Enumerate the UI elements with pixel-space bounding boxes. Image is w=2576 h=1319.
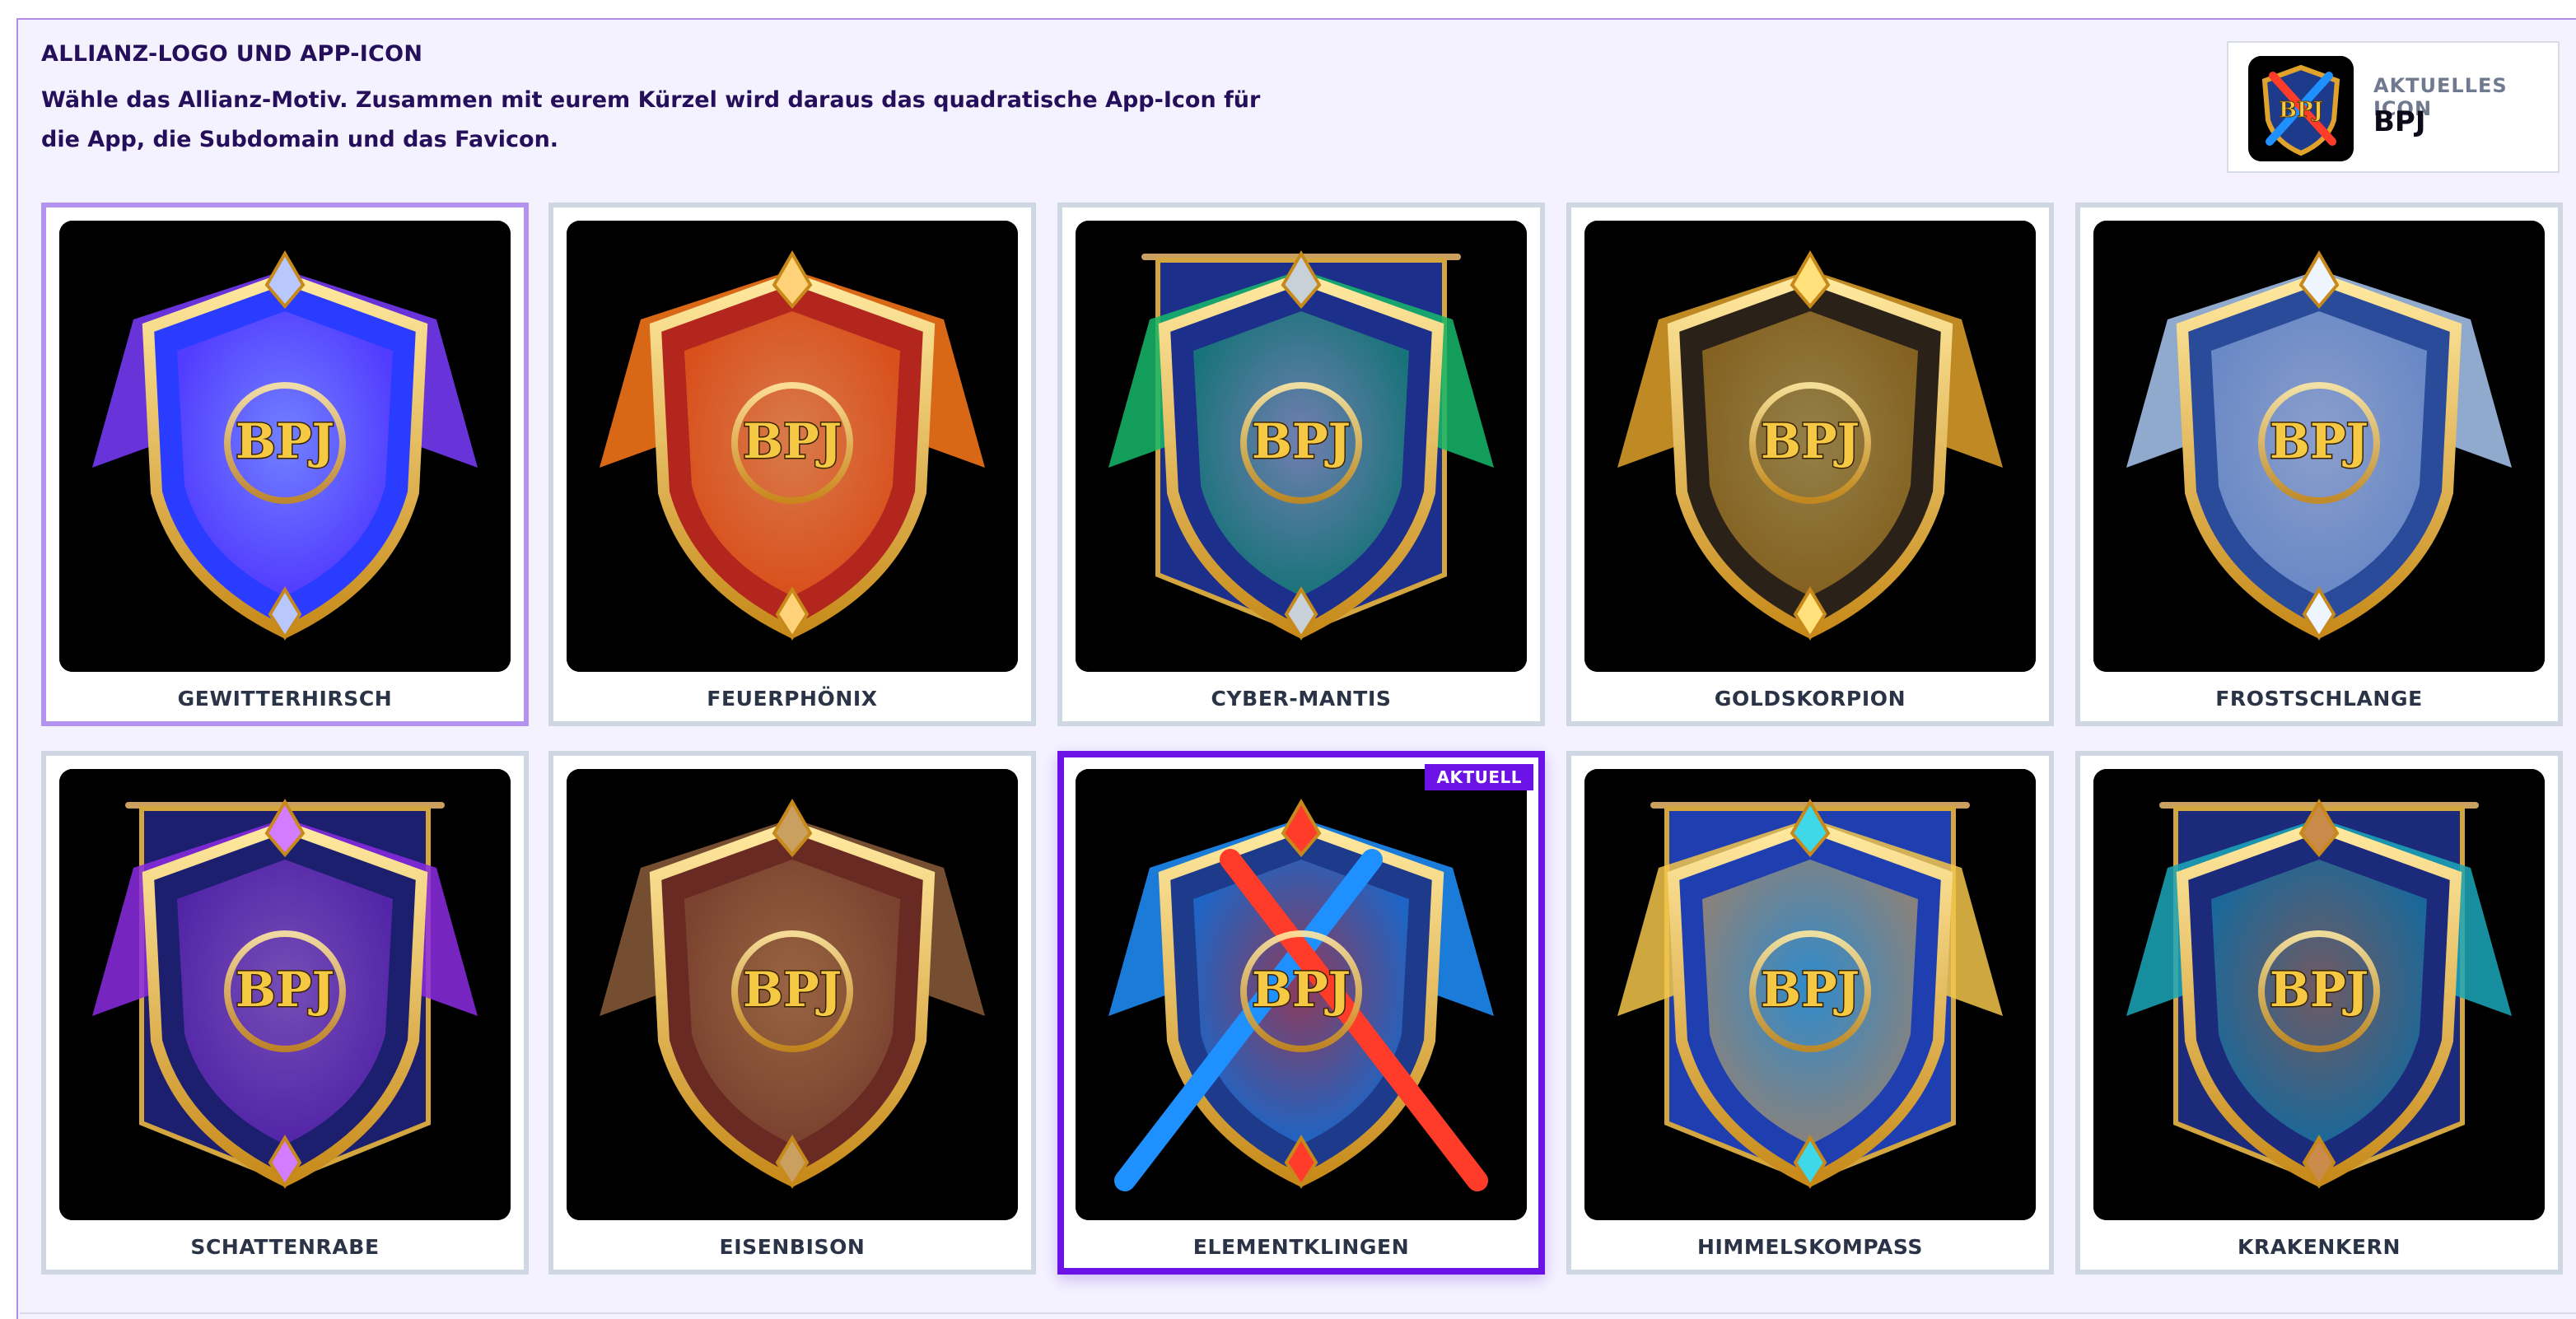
- motif-card[interactable]: BPJ ELEMENTKLINGEN AKTUELL: [1057, 751, 1545, 1275]
- motif-name: KRAKENKERN: [2238, 1235, 2401, 1259]
- motif-image: BPJ: [2093, 769, 2545, 1220]
- thunder-stag-emblem-icon: BPJ: [59, 221, 511, 672]
- motif-card[interactable]: BPJ EISENBISON: [548, 751, 1036, 1275]
- cyber-mantis-emblem-icon: BPJ: [1076, 221, 1527, 672]
- motif-name: SCHATTENRABE: [190, 1235, 380, 1259]
- motif-monogram: BPJ: [1252, 962, 1351, 1018]
- motif-name: HIMMELSKOMPASS: [1696, 1235, 1924, 1259]
- motif-image: BPJ: [567, 221, 1018, 672]
- motif-monogram: BPJ: [1761, 962, 1860, 1018]
- svg-text:BPJ: BPJ: [2279, 98, 2323, 123]
- motif-card[interactable]: BPJ GOLDSKORPION: [1566, 203, 2054, 726]
- motif-monogram: BPJ: [236, 413, 334, 469]
- motif-image: BPJ: [59, 221, 511, 672]
- current-badge: AKTUELL: [1425, 764, 1533, 790]
- motif-card[interactable]: BPJ GEWITTERHIRSCH: [41, 203, 529, 726]
- motif-monogram: BPJ: [1761, 413, 1860, 469]
- motif-card[interactable]: BPJ HIMMELSKOMPASS: [1566, 751, 2054, 1275]
- motif-image: BPJ: [1584, 221, 2036, 672]
- motif-monogram: BPJ: [236, 962, 334, 1018]
- motif-card[interactable]: BPJ SCHATTENRABE: [41, 751, 529, 1275]
- current-icon-name: BPJ: [2373, 105, 2426, 138]
- motif-image: BPJ: [59, 769, 511, 1220]
- sky-compass-emblem-icon: BPJ: [1584, 769, 2036, 1220]
- element-blades-emblem-icon: BPJ: [1076, 769, 1527, 1220]
- motif-monogram: BPJ: [2270, 413, 2368, 469]
- motif-image: BPJ: [2093, 221, 2545, 672]
- fire-phoenix-emblem-icon: BPJ: [567, 221, 1018, 672]
- current-icon-image: BPJ: [2248, 56, 2354, 161]
- motif-name: ELEMENTKLINGEN: [1192, 1235, 1410, 1259]
- motif-name: GEWITTERHIRSCH: [177, 687, 393, 711]
- kraken-core-emblem-icon: BPJ: [2093, 769, 2545, 1220]
- motif-card[interactable]: BPJ FEUERPHÖNIX: [548, 203, 1036, 726]
- motif-name: CYBER-MANTIS: [1211, 687, 1392, 711]
- motif-monogram: BPJ: [743, 962, 842, 1018]
- motif-image: BPJ: [1076, 769, 1527, 1220]
- motif-name: EISENBISON: [719, 1235, 866, 1259]
- motif-image: BPJ: [1076, 221, 1527, 672]
- motif-card[interactable]: BPJ FROSTSCHLANGE: [2075, 203, 2563, 726]
- motif-name: FEUERPHÖNIX: [707, 687, 878, 711]
- motif-monogram: BPJ: [743, 413, 842, 469]
- section-divider: [20, 1312, 2576, 1314]
- current-icon-emblem-icon: BPJ: [2248, 56, 2354, 161]
- motif-name: FROSTSCHLANGE: [2215, 687, 2423, 711]
- motif-card[interactable]: BPJ CYBER-MANTIS: [1057, 203, 1545, 726]
- section-description: Wähle das Allianz-Motiv. Zusammen mit eu…: [41, 87, 1261, 152]
- shadow-raven-emblem-icon: BPJ: [59, 769, 511, 1220]
- section-title: ALLIANZ-LOGO UND APP-ICON: [41, 41, 423, 67]
- motif-monogram: BPJ: [1252, 413, 1351, 469]
- motif-image: BPJ: [567, 769, 1018, 1220]
- motif-monogram: BPJ: [2270, 962, 2368, 1018]
- motif-card[interactable]: BPJ KRAKENKERN: [2075, 751, 2563, 1275]
- current-icon-preview: BPJ AKTUELLES ICON BPJ: [2227, 41, 2560, 173]
- motif-image: BPJ: [1584, 769, 2036, 1220]
- gold-scorpion-emblem-icon: BPJ: [1584, 221, 2036, 672]
- motif-name: GOLDSKORPION: [1714, 687, 1906, 711]
- iron-bison-emblem-icon: BPJ: [567, 769, 1018, 1220]
- frost-serpent-emblem-icon: BPJ: [2093, 221, 2545, 672]
